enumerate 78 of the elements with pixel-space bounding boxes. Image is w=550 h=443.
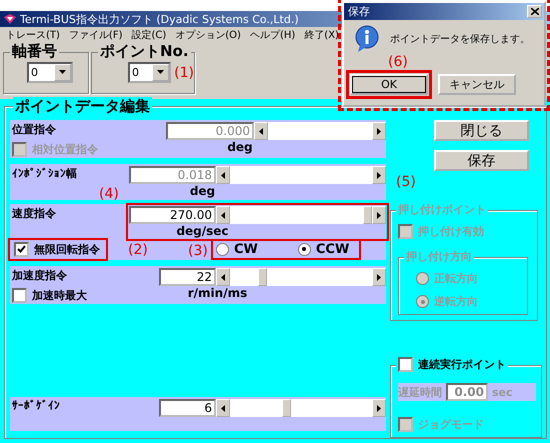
parameter-label: 加速度指令 bbox=[12, 268, 67, 283]
callout-number: (2) bbox=[128, 242, 148, 258]
radio-label: 逆転方向 bbox=[434, 294, 478, 309]
left-arrow-icon bbox=[220, 404, 226, 412]
left-arrow-icon bbox=[220, 274, 226, 280]
radio-label: CW bbox=[234, 242, 258, 256]
scrollbar[interactable] bbox=[254, 122, 386, 140]
group-label: ポイントデータ編集 bbox=[13, 97, 152, 116]
menu-item[interactable]: 設定(C) bbox=[131, 28, 166, 42]
window-title: Termi-BUS指令出力ソフト (Dyadic Systems Co.,Ltd.) bbox=[20, 12, 299, 27]
value-field[interactable]: 270.00 bbox=[129, 206, 216, 224]
dialog-message: ポイントデータを保存します。 bbox=[390, 33, 530, 46]
checkbox[interactable] bbox=[14, 242, 29, 256]
checkbox[interactable] bbox=[398, 357, 413, 372]
callout-number: (5) bbox=[396, 174, 417, 190]
parameter-label: ｲﾝﾎﾟｼﾞｼｮﾝ幅 bbox=[12, 166, 77, 181]
check-icon bbox=[17, 245, 26, 253]
right-arrow-icon bbox=[376, 274, 382, 280]
checkbox-label: 押し付け有効 bbox=[418, 224, 484, 239]
right-arrow-icon bbox=[376, 128, 382, 134]
unit-label: deg bbox=[190, 184, 216, 198]
dropdown[interactable]: 0 bbox=[128, 62, 172, 84]
scrollbar[interactable] bbox=[216, 268, 386, 286]
action-button[interactable]: 保存 bbox=[434, 150, 529, 171]
left-arrow-icon bbox=[220, 172, 226, 178]
value-field[interactable]: 6 bbox=[159, 399, 216, 417]
unit-label: sec bbox=[492, 386, 513, 398]
checkbox-label: 相対位置指令 bbox=[32, 142, 98, 157]
close-button[interactable] bbox=[527, 5, 542, 18]
right-arrow-icon bbox=[376, 404, 382, 412]
parameter-label: ｻｰﾎﾞｹﾞｲﾝ bbox=[12, 399, 60, 412]
value-field[interactable]: 22 bbox=[159, 268, 216, 286]
menu-item[interactable]: 終了(X) bbox=[304, 28, 339, 42]
left-arrow-icon bbox=[258, 128, 264, 134]
checkbox[interactable] bbox=[12, 288, 27, 303]
parameter-label: 位置指令 bbox=[12, 122, 56, 137]
unit-label: deg/sec bbox=[176, 224, 229, 238]
radio-button[interactable] bbox=[298, 242, 311, 256]
callout-number: (1) bbox=[174, 64, 194, 81]
down-arrow-icon bbox=[59, 69, 66, 76]
group-label: 押し付けポイント bbox=[396, 202, 488, 217]
callout-number: (6) bbox=[388, 54, 408, 70]
right-arrow-icon bbox=[376, 212, 382, 218]
scrollbar[interactable] bbox=[216, 206, 386, 224]
checkbox-label: 連続実行ポイント bbox=[418, 357, 506, 372]
unit-label: r/min/ms bbox=[188, 286, 248, 300]
menu-item[interactable]: ファイル(F) bbox=[68, 28, 122, 42]
group-label: ポイントNo. bbox=[98, 42, 191, 61]
scrollbar-thumb[interactable] bbox=[363, 206, 372, 224]
delay-label: 遅延時間 bbox=[398, 384, 442, 400]
dialog-title: 保存 bbox=[348, 4, 370, 19]
menu-item[interactable]: ヘルプ(H) bbox=[250, 28, 296, 42]
right-arrow-icon bbox=[376, 172, 382, 178]
group-label: 押し付け方向 bbox=[404, 249, 474, 264]
scrollbar-thumb[interactable] bbox=[282, 399, 292, 417]
scrollbar-thumb[interactable] bbox=[258, 268, 267, 286]
checkbox-label: ジョグモード bbox=[418, 417, 484, 432]
dropdown[interactable]: 0 bbox=[27, 62, 73, 84]
dialog-button[interactable]: キャンセル bbox=[438, 74, 516, 95]
scrollbar[interactable] bbox=[216, 399, 386, 417]
app-icon bbox=[4, 14, 16, 24]
unit-label: deg bbox=[227, 140, 253, 154]
callout-number: (4) bbox=[99, 186, 119, 202]
menu-item[interactable]: オプション(O) bbox=[175, 28, 241, 42]
checkbox-label: 加速時最大 bbox=[32, 288, 87, 303]
checkbox-label: 無限回転指令 bbox=[34, 242, 100, 256]
parameter-label: 速度指令 bbox=[12, 206, 56, 221]
group-label: 軸番号 bbox=[10, 42, 59, 61]
radio-button[interactable] bbox=[216, 242, 229, 256]
scrollbar[interactable] bbox=[216, 166, 386, 184]
menu-item[interactable]: トレース(T) bbox=[6, 28, 60, 42]
left-arrow-icon bbox=[220, 212, 226, 218]
radio-label: CCW bbox=[316, 242, 350, 256]
radio-label: 正転方向 bbox=[434, 271, 478, 286]
close-icon bbox=[530, 8, 538, 15]
callout-number: (3) bbox=[188, 242, 208, 258]
down-arrow-icon bbox=[157, 69, 164, 76]
action-button[interactable]: 閉じる bbox=[434, 120, 529, 141]
